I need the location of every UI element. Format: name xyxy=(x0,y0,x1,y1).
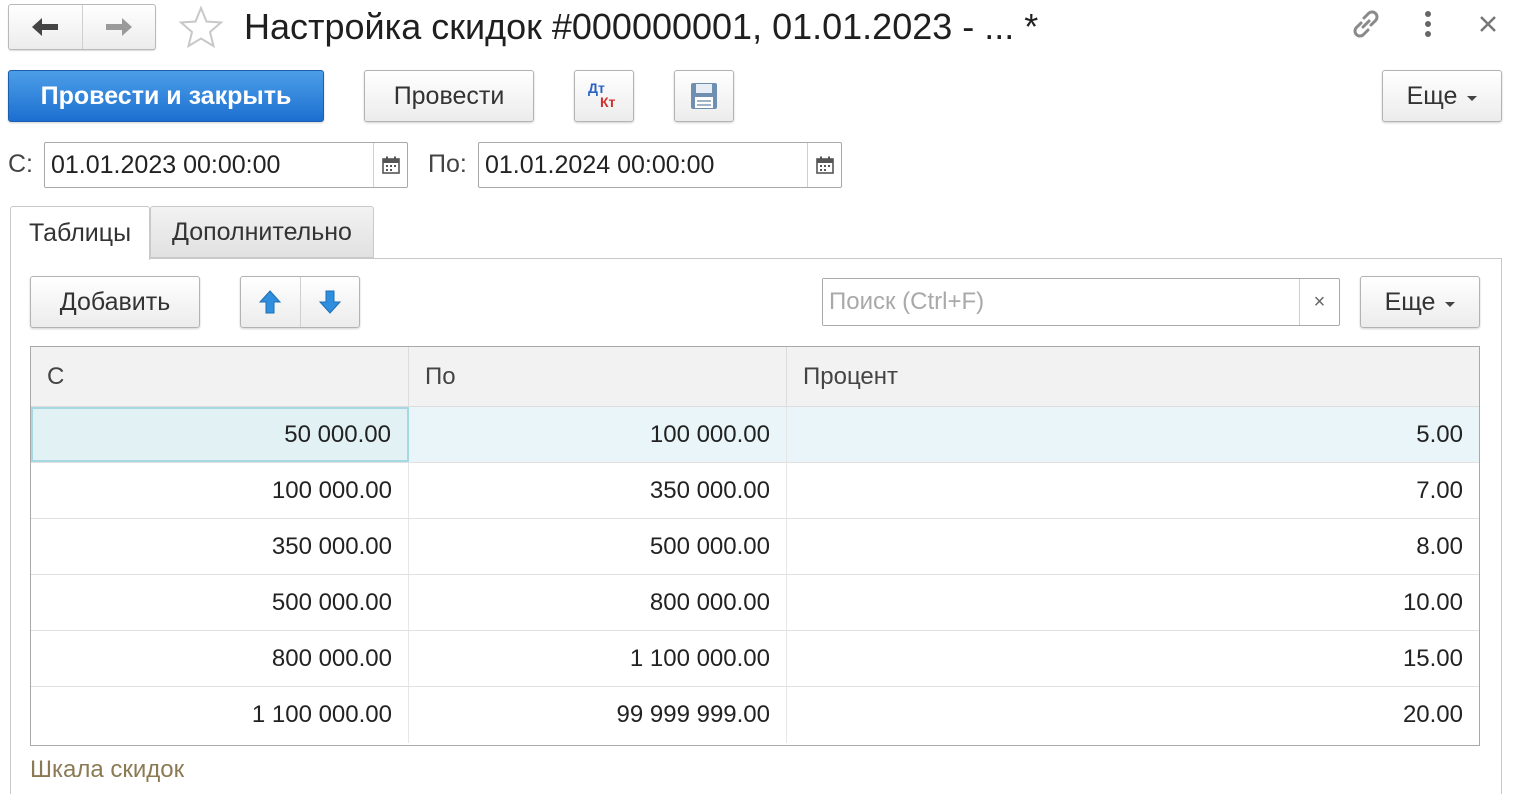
calendar-icon xyxy=(381,156,400,174)
calendar-icon xyxy=(815,156,834,174)
cell-from[interactable]: 100 000.00 xyxy=(31,463,409,518)
cell-to[interactable]: 99 999 999.00 xyxy=(409,687,787,743)
calendar-button-to[interactable] xyxy=(807,143,841,187)
table-row[interactable]: 1 100 000.00 99 999 999.00 20.00 xyxy=(31,687,1479,743)
post-button[interactable]: Провести xyxy=(364,70,534,122)
table-row[interactable]: 800 000.00 1 100 000.00 15.00 xyxy=(31,631,1479,687)
tab-tables[interactable]: Таблицы xyxy=(10,206,150,260)
table-row[interactable]: 50 000.00 100 000.00 5.00 xyxy=(31,407,1479,463)
dtkt-icon: Дт Кт xyxy=(588,80,616,110)
cell-to[interactable]: 800 000.00 xyxy=(409,575,787,630)
more-menu-button[interactable] xyxy=(1408,4,1448,44)
back-button[interactable] xyxy=(9,5,82,49)
column-header-from[interactable]: С xyxy=(31,347,409,406)
chevron-down-icon xyxy=(1467,95,1478,101)
cell-percent[interactable]: 15.00 xyxy=(787,631,1479,686)
close-button[interactable] xyxy=(1468,4,1508,44)
arrow-down-icon xyxy=(318,290,341,314)
move-buttons xyxy=(240,276,360,328)
cell-from[interactable]: 500 000.00 xyxy=(31,575,409,630)
cell-percent[interactable]: 10.00 xyxy=(787,575,1479,630)
table-row[interactable]: 350 000.00 500 000.00 8.00 xyxy=(31,519,1479,575)
cell-to[interactable]: 500 000.00 xyxy=(409,519,787,574)
cell-from[interactable]: 1 100 000.00 xyxy=(31,687,409,743)
date-from-field xyxy=(44,142,408,188)
date-to-input[interactable] xyxy=(479,143,807,187)
more-actions-label: Еще xyxy=(1406,81,1458,110)
link-button[interactable] xyxy=(1346,4,1386,44)
table-more-label: Еще xyxy=(1384,287,1436,316)
column-header-to[interactable]: По xyxy=(409,347,787,406)
post-and-close-button[interactable]: Провести и закрыть xyxy=(8,70,324,122)
date-from-input[interactable] xyxy=(45,143,373,187)
link-icon xyxy=(1353,10,1379,38)
table-row[interactable]: 100 000.00 350 000.00 7.00 xyxy=(31,463,1479,519)
cell-percent[interactable]: 20.00 xyxy=(787,687,1479,743)
arrow-left-icon xyxy=(32,18,59,36)
chevron-down-icon xyxy=(1445,301,1456,307)
cell-from[interactable]: 800 000.00 xyxy=(31,631,409,686)
date-to-field xyxy=(478,142,842,188)
cell-to[interactable]: 350 000.00 xyxy=(409,463,787,518)
history-nav xyxy=(8,4,156,50)
page-title: Настройка скидок #000000001, 01.01.2023 … xyxy=(244,6,1039,47)
discount-scale-link[interactable]: Шкала скидок xyxy=(30,756,184,784)
more-actions-button[interactable]: Еще xyxy=(1382,70,1502,122)
cell-to[interactable]: 100 000.00 xyxy=(409,407,787,462)
favorite-button[interactable] xyxy=(176,4,226,50)
cell-to[interactable]: 1 100 000.00 xyxy=(409,631,787,686)
arrow-right-icon xyxy=(105,18,132,36)
cell-percent[interactable]: 5.00 xyxy=(787,407,1479,462)
from-label: С: xyxy=(8,150,33,178)
search-clear-button[interactable]: × xyxy=(1299,279,1339,325)
move-up-button[interactable] xyxy=(241,277,301,327)
cell-from[interactable]: 350 000.00 xyxy=(31,519,409,574)
column-header-percent[interactable]: Процент xyxy=(787,347,1479,406)
add-row-button[interactable]: Добавить xyxy=(30,276,200,328)
move-down-button[interactable] xyxy=(301,277,360,327)
calendar-button-from[interactable] xyxy=(373,143,407,187)
search-input[interactable] xyxy=(823,279,1299,325)
cell-percent[interactable]: 7.00 xyxy=(787,463,1479,518)
table-header: С По Процент xyxy=(31,347,1479,407)
floppy-disk-icon xyxy=(691,83,717,109)
more-vertical-icon xyxy=(1425,11,1431,37)
tab-additional[interactable]: Дополнительно xyxy=(150,206,374,258)
save-button[interactable] xyxy=(674,70,734,122)
forward-button[interactable] xyxy=(81,5,156,49)
dtkt-button[interactable]: Дт Кт xyxy=(574,70,634,122)
table-more-button[interactable]: Еще xyxy=(1360,276,1480,328)
cell-from[interactable]: 50 000.00 xyxy=(31,407,409,462)
search-box: × xyxy=(822,278,1340,326)
discount-table: С По Процент 50 000.00 100 000.00 5.00 1… xyxy=(30,346,1480,746)
to-label: По: xyxy=(428,150,467,178)
close-icon xyxy=(1480,16,1496,32)
arrow-up-icon xyxy=(259,290,282,314)
cell-percent[interactable]: 8.00 xyxy=(787,519,1479,574)
table-row[interactable]: 500 000.00 800 000.00 10.00 xyxy=(31,575,1479,631)
star-icon xyxy=(178,5,224,49)
